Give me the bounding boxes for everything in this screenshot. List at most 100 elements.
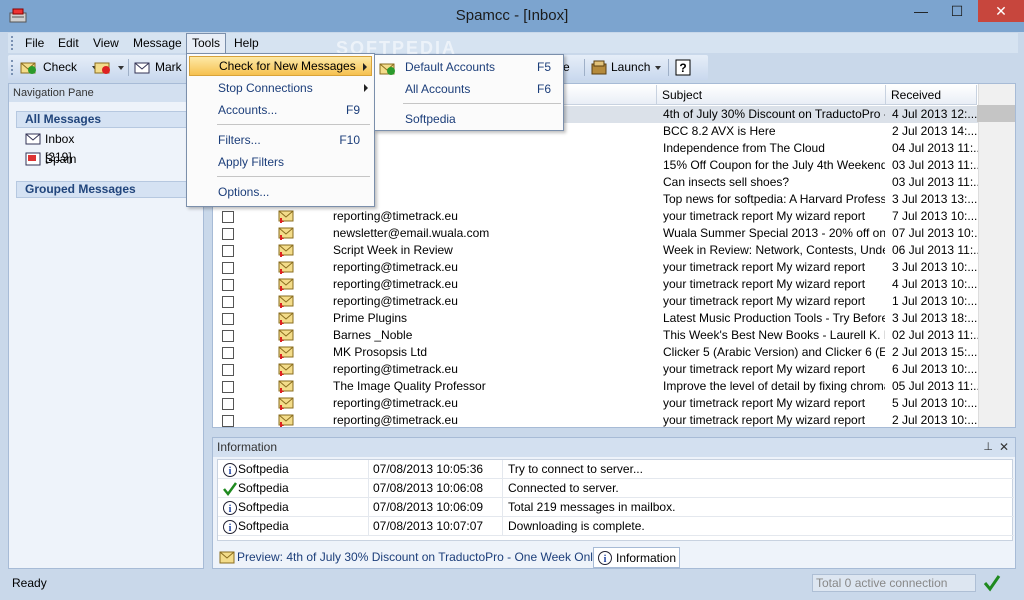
row-checkbox[interactable] <box>222 228 234 240</box>
menu-item-label: Accounts... <box>218 103 278 117</box>
row-from: reporting@timetrack.eu <box>333 260 458 274</box>
log-row[interactable]: i Softpedia 07/08/2013 10:07:07 Downloading… <box>218 517 1014 536</box>
check-label: Check <box>43 60 78 74</box>
submenu-item-default-accounts[interactable]: Default Accounts F5 <box>377 57 561 77</box>
chevron-down-icon[interactable] <box>118 66 124 70</box>
close-button[interactable]: ✕ <box>978 0 1024 22</box>
row-checkbox[interactable] <box>222 313 234 325</box>
row-from: ne <box>333 174 653 191</box>
menu-item-check-for-new-messages[interactable]: Check for New Messages <box>189 56 372 76</box>
table-row[interactable]: reporting@timetrack.eu your timetrack rep… <box>214 412 1014 427</box>
row-received: 02 Jul 2013 11:... <box>892 328 978 342</box>
stop-button[interactable] <box>94 57 124 78</box>
check-button[interactable]: Check <box>20 57 102 78</box>
menu-separator <box>403 103 561 104</box>
log-source: Softpedia <box>238 481 289 495</box>
row-received: 3 Jul 2013 13:... <box>892 192 978 206</box>
toolbar-grip[interactable] <box>11 60 14 75</box>
menu-message[interactable]: Message <box>128 33 187 53</box>
pin-icon[interactable]: ⊥ <box>983 438 993 457</box>
table-row[interactable]: Barnes _Noble This Week's Best New Books … <box>214 327 1014 344</box>
menu-edit[interactable]: Edit <box>53 33 84 53</box>
help-button[interactable]: ? <box>674 57 694 78</box>
table-row[interactable]: reporting@timetrack.eu your timetrack rep… <box>214 361 1014 378</box>
menu-file[interactable]: File <box>20 33 49 53</box>
table-row[interactable]: reporting@timetrack.eu your timetrack rep… <box>214 259 1014 276</box>
row-checkbox[interactable] <box>222 245 234 257</box>
column-header-subject[interactable]: Subject <box>657 85 886 105</box>
all-messages-header[interactable]: All Messages <box>16 111 196 128</box>
submenu-item-softpedia[interactable]: Softpedia <box>377 109 561 129</box>
chevron-down-icon[interactable] <box>655 66 661 70</box>
information-panel: Information ⊥ ✕ i Softpedia 07/08/2013 10:… <box>212 437 1016 569</box>
message-status-icon <box>277 209 295 224</box>
message-status-icon <box>277 396 295 411</box>
table-row[interactable]: reporting@timetrack.eu your timetrack rep… <box>214 208 1014 225</box>
partial-toolbar-button[interactable]: e <box>563 57 573 78</box>
table-row[interactable]: reporting@timetrack.eu your timetrack rep… <box>214 293 1014 310</box>
toolbar-separator <box>668 59 669 76</box>
vertical-scrollbar[interactable] <box>978 84 1015 427</box>
log-time: 07/08/2013 10:07:07 <box>373 519 484 533</box>
launch-button[interactable]: Launch <box>590 57 670 78</box>
maximize-button[interactable]: ☐ <box>940 0 974 22</box>
menubar-grip[interactable] <box>11 36 14 50</box>
row-checkbox[interactable] <box>222 347 234 359</box>
log-message: Downloading is complete. <box>508 519 645 533</box>
row-checkbox[interactable] <box>222 296 234 308</box>
row-checkbox[interactable] <box>222 398 234 410</box>
menu-item-options[interactable]: Options... <box>189 182 372 202</box>
log-row[interactable]: Softpedia 07/08/2013 10:06:08 Connected to… <box>218 479 1014 498</box>
row-checkbox[interactable] <box>222 330 234 342</box>
table-row[interactable]: reporting@timetrack.eu your timetrack rep… <box>214 276 1014 293</box>
menu-tools[interactable]: Tools <box>186 33 227 53</box>
menu-item-accounts[interactable]: Accounts... F9 <box>189 100 372 120</box>
message-status-icon <box>277 277 295 292</box>
table-row[interactable]: newsletter@email.wuala.com Wuala Summer S… <box>214 225 1014 242</box>
submenu-item-all-accounts[interactable]: All Accounts F6 <box>377 79 561 99</box>
menu-help[interactable]: Help <box>229 33 264 53</box>
tab-information[interactable]: i Information <box>593 547 681 568</box>
row-checkbox[interactable] <box>222 279 234 291</box>
information-panel-header: Information ⊥ ✕ <box>213 438 1015 457</box>
row-subject: Independence from The Cloud <box>663 141 825 155</box>
table-row[interactable]: MK Prosopsis Ltd Clicker 5 (Arabic Versio… <box>214 344 1014 361</box>
menu-item-filters[interactable]: Filters... F10 <box>189 130 372 150</box>
menu-view[interactable]: View <box>88 33 124 53</box>
launch-icon <box>591 60 607 75</box>
log-message: Try to connect to server... <box>508 462 643 476</box>
submenu-item-shortcut: F6 <box>536 82 551 96</box>
row-received: 1 Jul 2013 10:... <box>892 294 978 308</box>
mark-label: Mark <box>155 60 182 74</box>
log-row[interactable]: i Softpedia 07/08/2013 10:06:09 Total 219 m… <box>218 498 1014 517</box>
mark-button[interactable]: Mark <box>134 57 186 78</box>
column-header-received[interactable]: Received <box>886 85 977 105</box>
row-checkbox[interactable] <box>222 415 234 427</box>
navigation-pane: Navigation Pane ⊥ All Messages Inbox [21… <box>8 83 204 569</box>
submenu-arrow-icon <box>363 63 367 71</box>
table-row[interactable]: Script Week in Review Week in Review: Net… <box>214 242 1014 259</box>
help-icon: ? <box>675 59 691 76</box>
row-checkbox[interactable] <box>222 262 234 274</box>
table-row[interactable]: The Image Quality Professor Improve the l… <box>214 378 1014 395</box>
info-icon: i <box>222 519 238 535</box>
menu-item-apply-filters[interactable]: Apply Filters <box>189 152 372 172</box>
menu-item-stop-connections[interactable]: Stop Connections <box>189 78 372 98</box>
scrollbar-thumb[interactable] <box>977 105 1015 122</box>
row-checkbox[interactable] <box>222 381 234 393</box>
minimize-button[interactable]: — <box>904 0 938 22</box>
tab-preview[interactable]: Preview: 4th of July 30% Discount on Tra… <box>217 547 602 568</box>
row-checkbox[interactable] <box>222 211 234 223</box>
navigation-pane-title: Navigation Pane <box>9 84 203 102</box>
table-row[interactable]: Prime Plugins Latest Music Production Too… <box>214 310 1014 327</box>
log-row[interactable]: i Softpedia 07/08/2013 10:05:36 Try to conn… <box>218 460 1014 479</box>
row-received: 2 Jul 2013 10:... <box>892 413 978 427</box>
menu-item-label: Apply Filters <box>218 155 285 169</box>
close-icon[interactable]: ✕ <box>999 438 1009 457</box>
row-subject: your timetrack report My wizard report <box>663 396 866 410</box>
row-checkbox[interactable] <box>222 364 234 376</box>
row-subject: BCC 8.2 AVX is Here <box>663 124 776 138</box>
grouped-messages-header[interactable]: Grouped Messages <box>16 181 196 198</box>
status-connections: Total 0 active connection <box>812 574 976 592</box>
table-row[interactable]: reporting@timetrack.eu your timetrack rep… <box>214 395 1014 412</box>
